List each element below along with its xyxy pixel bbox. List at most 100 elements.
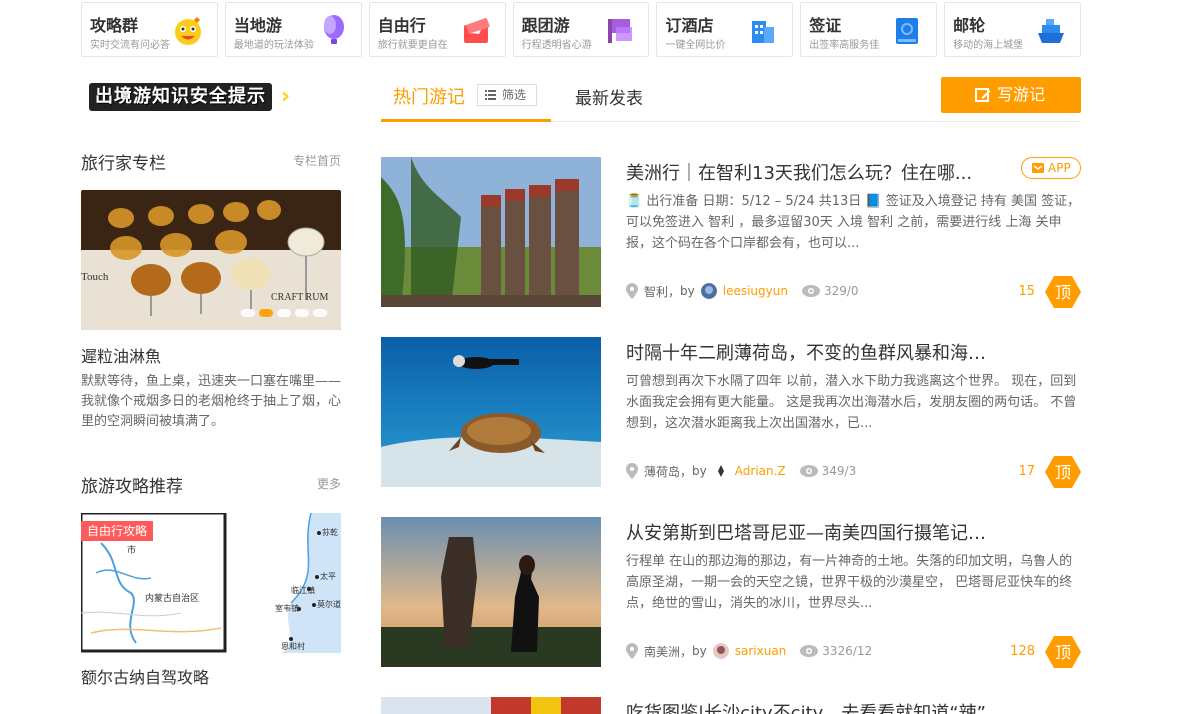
strategy-map-image[interactable]: 市 内蒙古自治区 荪乾 太平 临江镇 莫尔道嘎镇 室韦镇 恩和村 自由行攻略: [79, 511, 357, 653]
carousel-dot-active[interactable]: [259, 309, 273, 317]
service-nav: 攻略群 实时交流有问必答 当地游 最地道的玩法体验 自由行 旅行就要更自在 跟团…: [81, 2, 1082, 57]
post-meta: 薄荷岛 ， by Adrian.Z 349/3: [626, 461, 856, 481]
post-title[interactable]: 时隔十年二刷薄荷岛，不变的鱼群风暴和海龟漫步...: [626, 339, 996, 365]
post-title[interactable]: 从安第斯到巴塔哥尼亚—南美四国行摄笔记（秘鲁...: [626, 519, 996, 545]
carousel-dot[interactable]: [295, 309, 309, 317]
post-desc: 行程单 在山的那边海的那边，有一片神奇的土地。失落的印加文明，乌鲁人的高原圣湖，…: [626, 554, 1073, 611]
post-title[interactable]: 美洲行｜在智利13天我们怎么玩？住在哪...: [626, 159, 996, 185]
ship-icon: [1038, 19, 1065, 43]
nav-card-sub: 移动的海上城堡: [953, 40, 1024, 51]
post-by: by: [692, 644, 707, 658]
upvote-hexagon-button[interactable]: 顶: [1045, 275, 1081, 309]
nav-card-cruise[interactable]: 邮轮 移动的海上城堡: [944, 2, 1082, 57]
post-author[interactable]: leesiugyun: [723, 284, 788, 298]
upvote-label: 顶: [1055, 643, 1071, 662]
avatar[interactable]: [712, 463, 729, 479]
post-meta: 南美洲 ， by sarixuan 3326/12: [626, 641, 872, 661]
location-pin-icon: [626, 283, 638, 299]
post-location[interactable]: 智利: [644, 283, 668, 300]
carousel-dot[interactable]: [313, 309, 327, 317]
nav-card-group[interactable]: 攻略群 实时交流有问必答: [81, 2, 218, 57]
nav-card-local[interactable]: 当地游 最地道的玩法体验: [224, 2, 362, 57]
strategy-more-link[interactable]: 更多: [317, 475, 341, 492]
post-location[interactable]: 薄荷岛: [644, 463, 680, 480]
eye-icon: [799, 465, 818, 477]
chevron-right-icon[interactable]: ›: [281, 85, 301, 109]
diver-turtle-photo: [381, 337, 601, 487]
post-likes: 17: [1018, 464, 1035, 479]
columnist-home-link[interactable]: 专栏首页: [293, 152, 341, 169]
post-title[interactable]: 吃货图鉴|长沙city不city，去看看就知道“辣”: [626, 699, 996, 714]
post-desc: 可曾想到再次下水隔了四年 以前，潜入水下助力我逃离这个世界。 现在，回到水面我定…: [626, 374, 1077, 431]
post-meta: 智利 ， by leesiugyun 329/0: [626, 281, 859, 301]
post-item[interactable]: 美洲行｜在智利13天我们怎么玩？住在哪... APP 🫙 出行准备 日期：5/1…: [381, 157, 1081, 309]
carousel-dots: [241, 309, 327, 317]
carousel-dot[interactable]: [241, 309, 255, 317]
easter-island-photo: [381, 157, 601, 307]
hotel-icon: [752, 21, 775, 43]
nav-card-title: 自由行: [377, 16, 426, 35]
changsha-street-photo: [381, 697, 601, 714]
nav-card-title: 跟团游: [521, 16, 570, 35]
nav-card-title: 签证: [809, 16, 842, 35]
write-travelogue-button[interactable]: 写游记: [941, 77, 1081, 113]
tab-new[interactable]: 最新发表: [575, 84, 643, 109]
carousel-dot[interactable]: [277, 309, 291, 317]
post-author[interactable]: Adrian.Z: [735, 464, 786, 478]
plane-ticket-icon: [463, 18, 490, 43]
strategy-article-title[interactable]: 额尔古纳自驾攻略: [81, 664, 209, 688]
app-badge-label: APP: [1048, 161, 1071, 175]
map-label: 内蒙古自治区: [145, 592, 199, 604]
flag-icon: [608, 19, 633, 43]
app-badge[interactable]: APP: [1021, 157, 1081, 179]
post-image[interactable]: [381, 517, 601, 667]
nav-card-sub: 出签率高服务佳: [809, 40, 880, 51]
post-item[interactable]: 时隔十年二刷薄荷岛，不变的鱼群风暴和海龟漫步... 可曾想到再次下水隔了四年 以…: [381, 337, 1081, 489]
nav-card-visa[interactable]: 签证 出签率高服务佳: [800, 2, 938, 57]
post-image[interactable]: [381, 157, 601, 307]
post-item[interactable]: 吃货图鉴|长沙city不city，去看看就知道“辣”: [381, 697, 1081, 714]
upvote-hexagon-button[interactable]: 顶: [1045, 455, 1081, 489]
columnist-title: 旅行家专栏: [81, 154, 166, 174]
nav-card-sub: 最地道的玩法体验: [233, 40, 314, 51]
map-label: 市: [127, 544, 136, 556]
nav-card-title: 订酒店: [665, 16, 714, 35]
map-label: 太平: [320, 571, 336, 581]
post-author[interactable]: sarixuan: [735, 644, 787, 658]
map-label: 临江镇: [291, 585, 315, 595]
eye-icon: [800, 645, 819, 657]
post-location[interactable]: 南美洲: [644, 643, 680, 660]
upvote-label: 顶: [1055, 463, 1071, 482]
list-icon: [485, 90, 496, 100]
upvote-hexagon-button[interactable]: 顶: [1045, 635, 1081, 669]
edit-icon: [975, 88, 991, 102]
strategy-tag: 自由行攻略: [81, 521, 154, 541]
avatar[interactable]: [712, 643, 729, 659]
app-icon: [1032, 163, 1044, 173]
avatar[interactable]: [700, 283, 717, 299]
nav-card-sub: 旅行就要更自在: [377, 40, 448, 51]
map-label: 室韦镇: [275, 603, 299, 613]
post-image[interactable]: [381, 697, 601, 714]
page: 攻略群 实时交流有问必答 当地游 最地道的玩法体验 自由行 旅行就要更自在 跟团…: [79, 0, 1082, 714]
nav-card-title: 攻略群: [90, 16, 139, 35]
nav-card-free[interactable]: 自由行 旅行就要更自在: [368, 2, 506, 57]
nav-card-tour[interactable]: 跟团游 行程透明省心游: [512, 2, 650, 57]
post-image[interactable]: [381, 337, 601, 487]
tab-hot[interactable]: 热门游记: [393, 83, 465, 109]
emoji-face-icon: [174, 17, 201, 45]
post-desc: 🫙 出行准备 日期：5/12 – 5/24 共13日 📘 签证及入境登记 持有 …: [626, 194, 1081, 251]
columnist-article-title[interactable]: 遲粒油淋魚: [81, 343, 161, 367]
post-item[interactable]: 从安第斯到巴塔哥尼亚—南美四国行摄笔记（秘鲁... 行程单 在山的那边海的那边，…: [381, 517, 1081, 669]
nav-card-title: 邮轮: [953, 16, 986, 35]
nav-card-title: 当地游: [233, 16, 282, 35]
filter-button[interactable]: 筛选: [477, 84, 537, 106]
moai-sunset-photo: [381, 517, 601, 667]
nav-card-sub: 行程透明省心游: [521, 40, 592, 51]
safety-banner[interactable]: 出境游知识安全提示: [89, 83, 272, 111]
nav-card-hotel[interactable]: 订酒店 一键全网比价: [656, 2, 794, 57]
map-label: 荪乾: [322, 527, 338, 537]
filter-label: 筛选: [502, 88, 527, 102]
location-pin-icon: [626, 463, 638, 479]
post-likes: 15: [1018, 284, 1035, 299]
